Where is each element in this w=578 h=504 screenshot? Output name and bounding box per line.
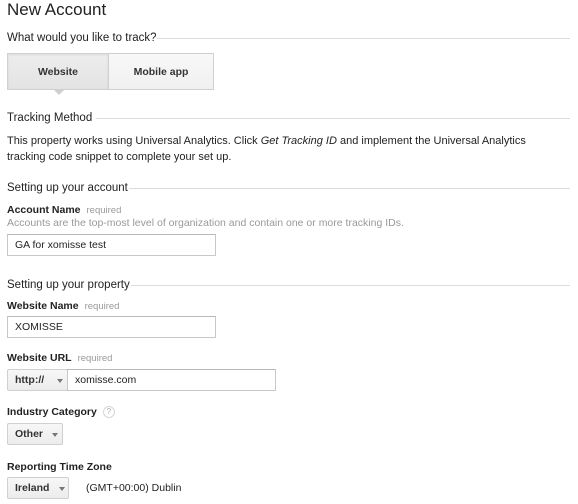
- time-zone-value[interactable]: (GMT+00:00) Dublin: [86, 480, 181, 496]
- industry-category-label-text: Industry Category: [7, 406, 97, 418]
- chevron-down-icon: [59, 487, 65, 491]
- account-name-label: Account Name required: [7, 204, 121, 217]
- selected-tab-pointer: [53, 89, 65, 95]
- page-title: New Account: [7, 0, 107, 19]
- time-zone-label: Reporting Time Zone: [7, 461, 112, 473]
- track-heading: What would you like to track?: [7, 32, 157, 44]
- required-indicator: required: [84, 301, 120, 312]
- track-divider: [157, 38, 570, 39]
- website-name-label: Website Name required: [7, 300, 119, 313]
- account-divider: [129, 188, 570, 189]
- protocol-select[interactable]: http://: [7, 369, 68, 391]
- track-type-tabs: Website Mobile app: [7, 53, 214, 90]
- website-url-label: Website URL required: [7, 352, 112, 365]
- time-zone-country-select[interactable]: Ireland: [7, 477, 69, 499]
- property-divider: [131, 285, 570, 286]
- tracking-method-text-1: This property works using Universal Anal…: [7, 135, 261, 147]
- website-name-input[interactable]: XOMISSE: [7, 316, 216, 338]
- tab-mobile-app[interactable]: Mobile app: [109, 54, 213, 89]
- website-name-label-text: Website Name: [7, 300, 79, 312]
- website-url-label-text: Website URL: [7, 352, 72, 364]
- website-url-input[interactable]: xomisse.com: [67, 369, 276, 391]
- industry-category-label: Industry Category?: [7, 406, 115, 419]
- get-tracking-id-link[interactable]: Get Tracking ID: [261, 135, 337, 147]
- account-name-help: Accounts are the top-most level of organ…: [7, 217, 404, 229]
- required-indicator: required: [86, 205, 122, 216]
- chevron-down-icon: [57, 379, 63, 383]
- tab-website[interactable]: Website: [8, 54, 109, 89]
- help-icon[interactable]: ?: [102, 406, 115, 418]
- property-heading: Setting up your property: [7, 279, 130, 291]
- industry-category-value: Other: [15, 428, 44, 440]
- tracking-method-heading: Tracking Method: [7, 112, 93, 124]
- tracking-method-divider: [96, 118, 570, 119]
- time-zone-country-value: Ireland: [15, 482, 50, 494]
- account-name-label-text: Account Name: [7, 204, 81, 216]
- protocol-value: http://: [15, 374, 45, 386]
- chevron-down-icon: [52, 433, 58, 437]
- account-name-input[interactable]: GA for xomisse test: [7, 234, 216, 256]
- required-indicator: required: [77, 353, 113, 364]
- tracking-method-description: This property works using Universal Anal…: [7, 133, 567, 165]
- industry-category-select[interactable]: Other: [7, 423, 63, 445]
- account-heading: Setting up your account: [7, 182, 128, 194]
